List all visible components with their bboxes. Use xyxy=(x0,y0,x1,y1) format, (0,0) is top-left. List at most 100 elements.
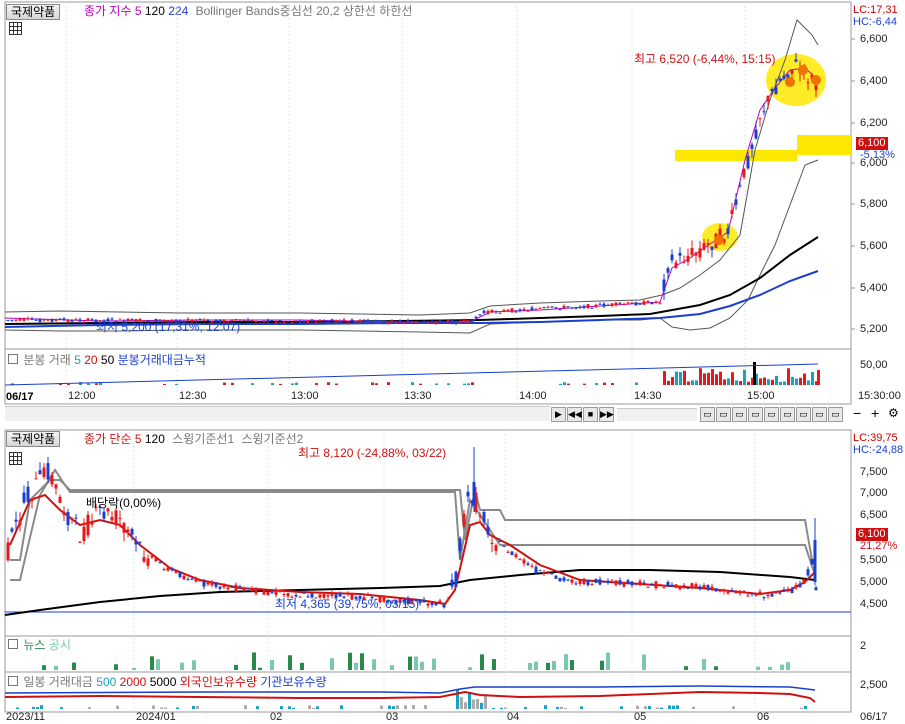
volume-bar xyxy=(312,707,315,709)
first-button[interactable]: ◀◀ xyxy=(567,407,582,422)
volume-bar xyxy=(804,705,807,709)
candle-body xyxy=(610,579,614,581)
notice-label: 공시 xyxy=(48,638,71,652)
candle-body xyxy=(710,586,714,589)
layout-icon-2[interactable]: ▭ xyxy=(716,407,731,422)
candle-body xyxy=(738,591,742,594)
bottom-candles xyxy=(6,447,818,609)
candle-body xyxy=(58,496,62,503)
layout-icon-8[interactable]: ▭ xyxy=(812,407,827,422)
candle-body xyxy=(554,307,558,309)
top-scrollbar[interactable] xyxy=(5,406,550,421)
candle-body xyxy=(450,579,454,587)
candle-body xyxy=(426,603,430,606)
volume-bar xyxy=(795,378,798,385)
candle-body xyxy=(14,319,18,321)
candle-body xyxy=(658,584,662,586)
volume-bar xyxy=(348,652,352,670)
candle-body xyxy=(90,319,94,321)
candle-body xyxy=(510,551,514,556)
candle-body xyxy=(610,303,614,306)
candle-body xyxy=(74,517,78,519)
layout-icon-1[interactable]: ▭ xyxy=(700,407,715,422)
stop-button[interactable]: ■ xyxy=(583,407,598,422)
candle-body xyxy=(750,593,754,595)
layout-icon-3[interactable]: ▭ xyxy=(732,407,747,422)
candle-body xyxy=(222,583,226,588)
candle-body xyxy=(618,580,622,585)
volume-bar xyxy=(684,666,688,670)
candle-body xyxy=(214,582,218,587)
vol-legend-p3: 50 xyxy=(100,353,115,367)
bottom-chart-tab[interactable]: 국제약품 xyxy=(6,431,61,447)
volume-bar xyxy=(731,372,734,385)
candle-body xyxy=(770,593,774,597)
layout-icon-9[interactable]: ▭ xyxy=(828,407,843,422)
candle-body xyxy=(726,591,730,594)
daily-volume-legend: 일봉 거래대금 500 2000 5000 외국인보유수량 기관보유수량 xyxy=(8,675,327,689)
volume-bar xyxy=(759,378,762,385)
volume-bar xyxy=(424,705,427,709)
candle-body xyxy=(278,590,282,593)
zoom-out-icon[interactable]: − xyxy=(853,406,861,420)
volume-bar xyxy=(114,664,118,670)
candle-body xyxy=(658,302,662,304)
candle-body xyxy=(534,566,538,573)
candle-body xyxy=(662,279,666,292)
candle-body xyxy=(478,515,482,517)
bottom-ytick-1: 7,000 xyxy=(860,487,888,499)
scroll-left-button[interactable]: ▶ xyxy=(551,407,566,422)
settings-icon[interactable]: ⚙ xyxy=(888,406,899,420)
top-ytick-2: 6,200 xyxy=(860,117,888,129)
zoom-in-icon[interactable]: + xyxy=(871,406,879,420)
candle-body xyxy=(358,320,362,322)
volume-bar xyxy=(747,381,750,385)
layout-icon-7[interactable]: ▭ xyxy=(796,407,811,422)
candle-body xyxy=(590,584,594,586)
candle-body xyxy=(598,303,602,305)
candle-body xyxy=(446,320,450,322)
volume-bar xyxy=(676,705,679,709)
volume-bar xyxy=(780,664,784,670)
volume-bar xyxy=(611,383,614,385)
layout-icon-6[interactable]: ▭ xyxy=(780,407,795,422)
candle-body xyxy=(318,319,322,322)
candle-body xyxy=(790,588,794,594)
candle-body xyxy=(102,511,106,519)
candle-body xyxy=(594,579,598,583)
layout-icon-5[interactable]: ▭ xyxy=(764,407,779,422)
top-xtick-4: 14:00 xyxy=(519,390,547,402)
bottom-ytick-4: 5,000 xyxy=(860,576,888,588)
candle-body xyxy=(574,583,578,585)
candle-body xyxy=(46,463,50,480)
volume-bar xyxy=(644,706,647,709)
layout-icon-4[interactable]: ▭ xyxy=(748,407,763,422)
candle-body xyxy=(38,318,42,323)
candle-body xyxy=(438,320,442,324)
candle-body xyxy=(406,320,410,322)
candle-body xyxy=(246,319,250,322)
candle-body xyxy=(210,581,214,586)
candle-body xyxy=(326,321,330,323)
candle-body xyxy=(486,311,490,314)
candle-body xyxy=(754,129,758,139)
top-price-pct: -5,13% xyxy=(860,149,895,161)
candle-body xyxy=(678,252,682,256)
bottom-grid-icon[interactable] xyxy=(9,452,22,465)
bottom-ytick-2: 6,500 xyxy=(860,509,888,521)
volume-bar xyxy=(636,705,639,709)
top-zoom-track[interactable] xyxy=(617,408,697,421)
candle-body xyxy=(702,243,706,250)
candle-body xyxy=(774,87,778,95)
candle-body xyxy=(814,85,818,91)
candle-body xyxy=(630,302,634,304)
candle-body xyxy=(426,323,430,325)
candle-body xyxy=(286,321,290,323)
volume-bar xyxy=(699,368,702,385)
volume-bar xyxy=(258,667,262,670)
volume-bar xyxy=(648,705,651,709)
candle-body xyxy=(794,584,798,589)
bottom-xtick-1: 2024/01 xyxy=(136,711,176,723)
candle-body xyxy=(486,526,490,535)
next-button[interactable]: ▶▶ xyxy=(599,407,614,422)
